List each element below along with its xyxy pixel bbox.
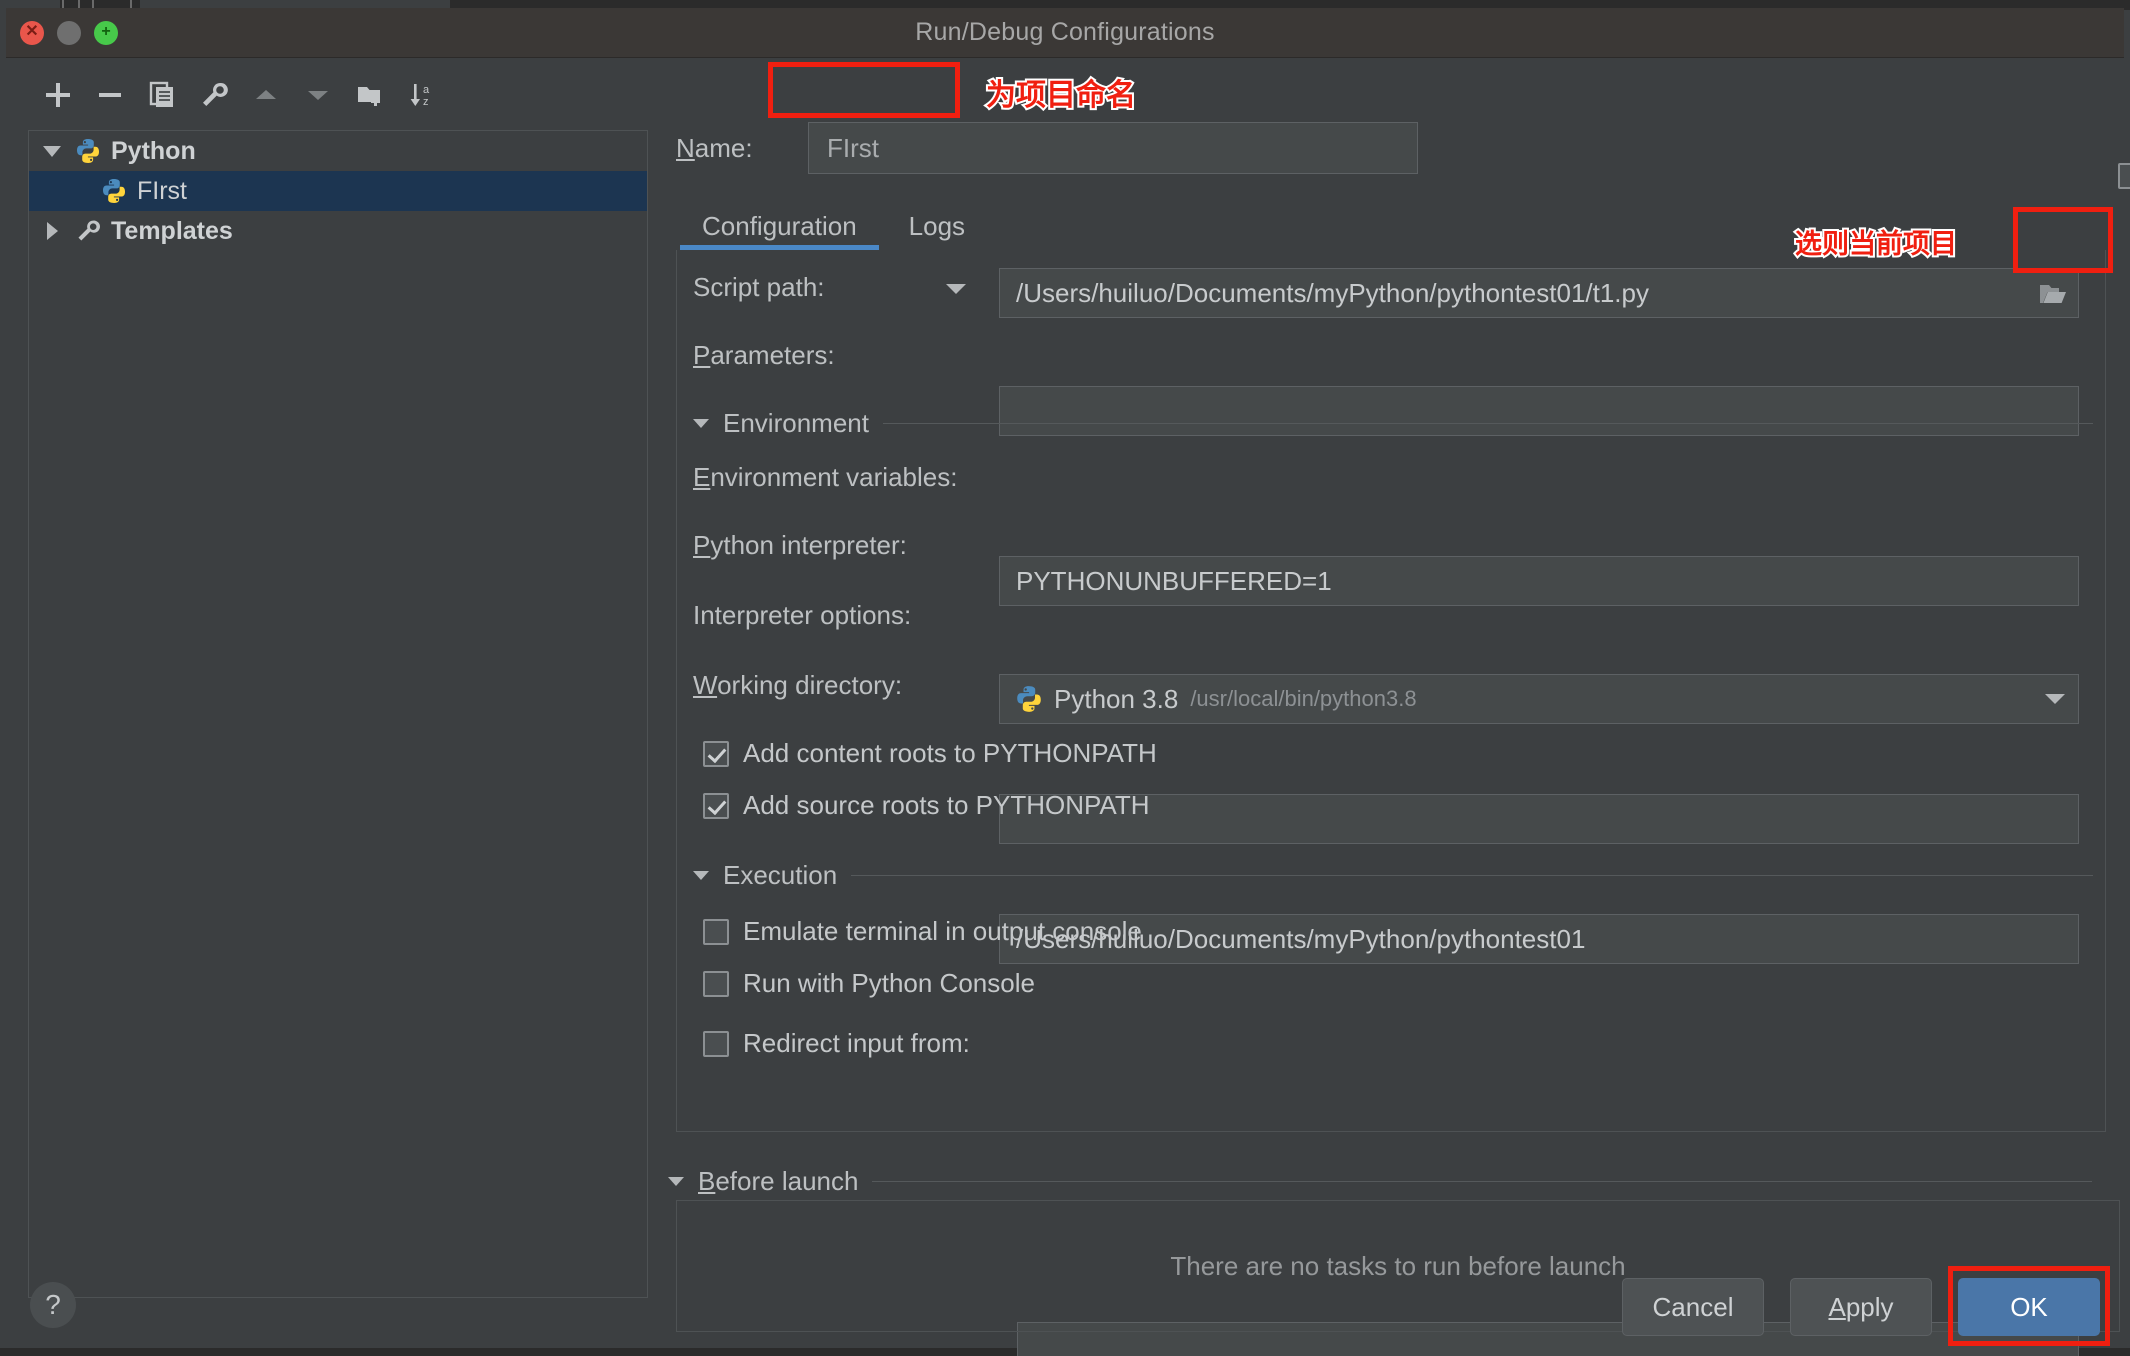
working-directory-label: Working directory: — [693, 670, 903, 700]
expander-down-icon[interactable] — [39, 145, 65, 157]
add-source-roots-checkbox[interactable]: Add source roots to PYTHONPATH — [703, 790, 1150, 821]
checkbox-box[interactable] — [703, 1030, 729, 1057]
tree-item-label: FIrst — [137, 176, 187, 205]
title-bar: ✕ + Run/Debug Configurations — [6, 8, 2124, 58]
expander-right-icon[interactable] — [39, 222, 65, 240]
sort-az-button[interactable]: a z — [396, 71, 448, 119]
add-content-roots-label: Add content roots to PYTHONPATH — [743, 738, 1157, 768]
tab-logs[interactable]: Logs — [883, 198, 991, 250]
python-interpreter-path: /usr/local/bin/python3.8 — [1190, 686, 1417, 711]
allow-parallel-run-checkbox[interactable]: Allow parallel run — [2118, 132, 2130, 219]
python-icon — [97, 177, 131, 205]
move-up-button[interactable] — [240, 71, 292, 119]
environment-variables-label-wrap: Environment variables: — [693, 462, 957, 493]
copy-configuration-button[interactable] — [136, 71, 188, 119]
python-icon — [71, 137, 105, 165]
add-content-roots-checkbox[interactable]: Add content roots to PYTHONPATH — [703, 738, 1157, 769]
tab-configuration[interactable]: Configuration — [676, 198, 883, 250]
svg-text:a: a — [423, 84, 430, 96]
configurations-toolbar: a z — [6, 66, 652, 124]
working-directory-input[interactable]: /Users/huiluo/Documents/myPython/pythont… — [999, 914, 2079, 964]
annotation-text-name: 为项目命名 — [984, 76, 1138, 115]
remove-configuration-button[interactable] — [84, 71, 136, 119]
before-launch-header[interactable]: Before launch — [668, 1166, 2093, 1197]
svg-text:z: z — [423, 96, 429, 108]
configurations-left-panel: a z Python FIrst Templates — [6, 58, 652, 1348]
run-debug-configurations-dialog: ✕ + Run/Debug Configurations a z Python … — [0, 0, 2130, 1356]
interpreter-options-input[interactable] — [999, 794, 2079, 844]
section-divider — [872, 1181, 2093, 1182]
zoom-button[interactable]: + — [94, 20, 118, 45]
chevron-down-icon[interactable] — [693, 419, 709, 428]
ok-button[interactable]: OK — [1958, 1278, 2100, 1336]
name-label: Name: — [676, 133, 796, 164]
cancel-button[interactable]: Cancel — [1622, 1278, 1764, 1336]
environment-section-title: Environment — [723, 408, 869, 438]
python-interpreter-label: Python interpreter: — [693, 530, 907, 560]
before-launch-title: Before launch — [698, 1166, 859, 1196]
name-label-rest: ame: — [694, 132, 753, 163]
python-icon — [1014, 684, 1044, 714]
environment-section-header[interactable]: Environment — [693, 408, 2093, 439]
emulate-terminal-checkbox[interactable]: Emulate terminal in output console — [703, 916, 1142, 947]
chevron-down-icon[interactable] — [693, 871, 709, 880]
apply-button[interactable]: Apply — [1790, 1278, 1932, 1336]
name-row: Name: FIrst — [652, 120, 2124, 176]
script-path-browse-button[interactable] — [2025, 270, 2081, 318]
checkbox-box[interactable] — [703, 792, 729, 819]
section-divider — [851, 875, 2093, 876]
checkbox-box[interactable] — [703, 740, 729, 767]
execution-section-title: Execution — [723, 860, 838, 890]
configuration-panel: Script path: /Users/huiluo/Documents/myP… — [676, 250, 2106, 1356]
name-label-mnemonic: N — [676, 132, 695, 163]
minimize-button[interactable] — [57, 20, 81, 45]
environment-variables-input[interactable]: PYTHONUNBUFFERED=1 — [999, 556, 2079, 606]
parameters-label-wrap: Parameters: — [693, 340, 835, 371]
chevron-down-icon[interactable] — [668, 1177, 684, 1186]
script-path-label-wrap: Script path: — [693, 272, 825, 303]
checkbox-box[interactable] — [2118, 162, 2130, 189]
interpreter-options-label-wrap: Interpreter options: — [693, 600, 911, 631]
section-divider — [882, 423, 2093, 424]
add-source-roots-label: Add source roots to PYTHONPATH — [743, 790, 1150, 820]
configurations-tree[interactable]: Python FIrst Templates — [28, 130, 648, 1298]
interpreter-options-label: Interpreter options: — [693, 600, 912, 630]
python-interpreter-dropdown[interactable]: Python 3.8 /usr/local/bin/python3.8 — [999, 674, 2079, 724]
new-folder-button[interactable] — [344, 71, 396, 119]
tree-item-templates[interactable]: Templates — [29, 211, 647, 251]
emulate-terminal-label: Emulate terminal in output console — [743, 916, 1142, 946]
tree-item-first[interactable]: FIrst — [29, 171, 647, 211]
redirect-input-checkbox[interactable]: Redirect input from: — [703, 1028, 970, 1059]
checkbox-box[interactable] — [703, 918, 729, 945]
script-path-dropdown-icon[interactable] — [945, 282, 967, 301]
wrench-icon — [71, 218, 105, 244]
close-button[interactable]: ✕ — [20, 20, 44, 45]
redirect-input-label: Redirect input from: — [743, 1028, 970, 1058]
move-down-button[interactable] — [292, 71, 344, 119]
tree-item-label: Templates — [111, 216, 233, 245]
window-controls: ✕ + — [20, 20, 118, 45]
parameters-label: Parameters: — [693, 340, 835, 370]
run-with-python-console-checkbox[interactable]: Run with Python Console — [703, 968, 1035, 999]
annotation-text-script: 选则当前项目 — [1793, 227, 1959, 262]
run-with-python-console-label: Run with Python Console — [743, 968, 1035, 998]
script-path-label: Script path: — [693, 272, 825, 302]
chevron-down-icon[interactable] — [2044, 692, 2066, 706]
script-path-input[interactable]: /Users/huiluo/Documents/myPython/pythont… — [999, 268, 2079, 318]
window-title: Run/Debug Configurations — [915, 18, 1215, 46]
checkbox-box[interactable] — [703, 970, 729, 997]
execution-section-header[interactable]: Execution — [693, 860, 2093, 891]
working-directory-label-wrap: Working directory: — [693, 670, 902, 701]
tree-item-python[interactable]: Python — [29, 131, 647, 171]
tree-item-label: Python — [111, 136, 196, 165]
edit-templates-wrench-button[interactable] — [188, 71, 240, 119]
name-input[interactable]: FIrst — [808, 122, 1418, 174]
python-interpreter-label-wrap: Python interpreter: — [693, 530, 907, 561]
before-launch-empty-text: There are no tasks to run before launch — [1170, 1250, 1626, 1281]
environment-variables-label: Environment variables: — [693, 462, 958, 492]
add-configuration-button[interactable] — [32, 71, 84, 119]
python-interpreter-value: Python 3.8 — [1054, 683, 1179, 714]
help-button[interactable]: ? — [30, 1282, 76, 1328]
